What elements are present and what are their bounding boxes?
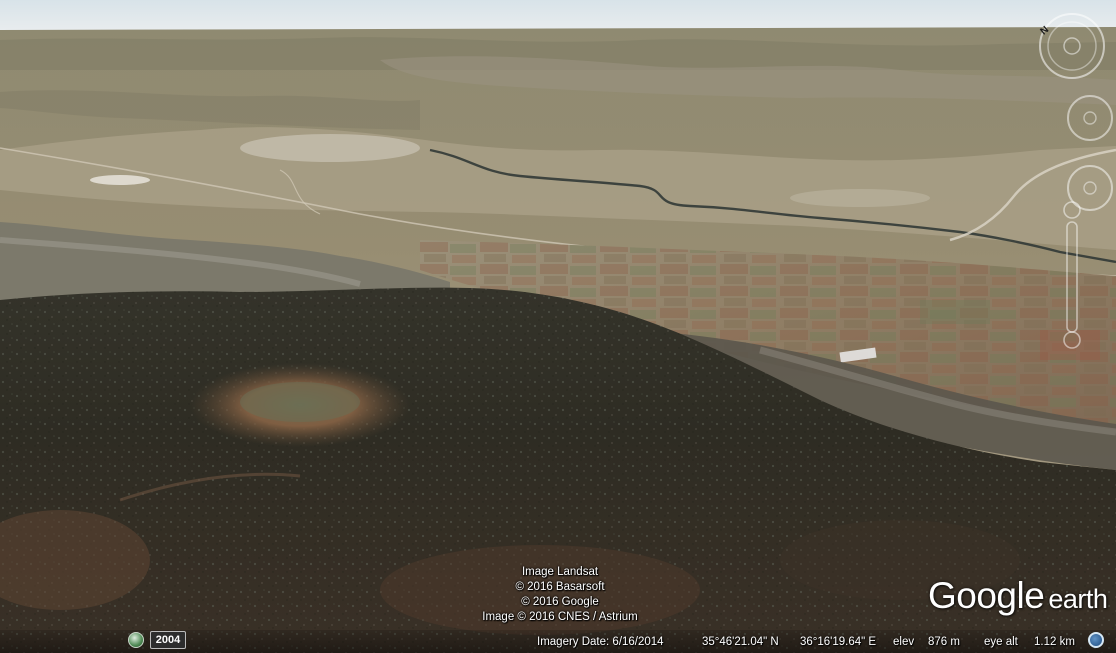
elevation-label: elev <box>893 636 915 648</box>
imagery-attribution: Image Landsat © 2016 Basarsoft © 2016 Go… <box>440 565 680 625</box>
eye-altitude-label: eye alt <box>984 636 1018 648</box>
attribution-line: © 2016 Google <box>521 596 599 608</box>
google-earth-logo: Google earth <box>928 575 1108 617</box>
move-joystick-icon[interactable] <box>1067 165 1113 211</box>
attribution-line: © 2016 Basarsoft <box>515 581 605 593</box>
navigation-controls[interactable]: N <box>1030 10 1114 350</box>
globe-icon[interactable] <box>1088 632 1104 648</box>
imagery-date: Imagery Date: 6/16/2014 <box>537 636 664 648</box>
terrain-view[interactable] <box>0 0 1116 653</box>
longitude-readout: 36°16'19.64" E <box>800 636 877 648</box>
attribution-line: Image © 2016 CNES / Astrium <box>482 611 638 623</box>
compass-north-letter: N <box>1038 24 1051 37</box>
latitude-readout: 35°46'21.04" N <box>702 636 779 648</box>
earth-viewport[interactable]: N Image Landsat © 2016 Basarsoft © 2016 … <box>0 0 1116 653</box>
eye-altitude-value: 1.12 km <box>1034 636 1075 648</box>
logo-primary: Google <box>928 575 1045 616</box>
compass-icon[interactable] <box>1039 13 1105 79</box>
look-joystick-icon[interactable] <box>1067 95 1113 141</box>
clock-history-icon[interactable] <box>128 632 144 648</box>
logo-secondary: earth <box>1048 584 1108 614</box>
elevation-value: 876 m <box>928 636 960 648</box>
zoom-slider-icon[interactable] <box>1063 201 1081 349</box>
historical-imagery-year[interactable]: 2004 <box>150 631 186 649</box>
attribution-line: Image Landsat <box>521 566 599 578</box>
